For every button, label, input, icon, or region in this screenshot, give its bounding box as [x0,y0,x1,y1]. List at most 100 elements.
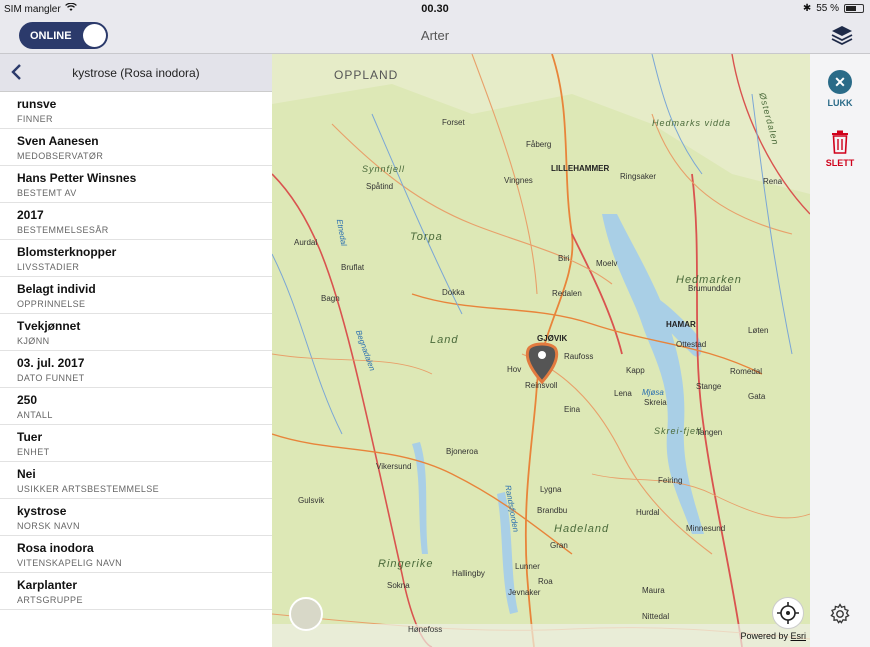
detail-row-label: ENHET [17,447,50,457]
map-label: OPPLAND [334,68,399,82]
detail-row: Tvekjønnet KJØNN [0,314,272,351]
map-label: Gran [550,541,568,550]
map-label: Kapp [626,366,645,375]
detail-row-label: BESTEMMELSESÅR [17,225,109,235]
detail-row: Nei USIKKER ARTSBESTEMMELSE [0,462,272,499]
detail-row-label: KJØNN [17,336,50,346]
detail-row-label: DATO FUNNET [17,373,85,383]
detail-row-value: Tvekjønnet [17,319,81,333]
map-label: Raufoss [564,352,594,361]
map-label: Aurdal [294,238,318,247]
map-label: Bruflat [341,263,365,272]
map-label: Skreia [644,398,667,407]
map-label: HAMAR [666,320,696,329]
map-label: Reinsvoll [525,381,558,390]
detail-row: Belagt individ OPPRINNELSE [0,277,272,314]
map-label: Redalen [552,289,582,298]
map-label: Vikersund [376,462,412,471]
esri-link[interactable]: Esri [791,631,807,641]
action-sidebar: ✕ LUKK SLETT [810,54,870,647]
map-label: Feiring [658,476,683,485]
trash-icon [832,130,848,154]
delete-button[interactable]: SLETT [810,130,870,168]
map-label: Gata [748,392,766,401]
map-label: Synnfjell [362,164,406,174]
map-label: Hallingby [452,569,485,578]
detail-header: kystrose (Rosa inodora) [0,54,272,92]
map-label: Nittedal [642,612,670,621]
map-label: Eina [564,405,581,414]
detail-row-value: runsve [17,97,57,111]
map-label: GJØVIK [537,334,568,343]
map-label: Ringerike [378,558,434,570]
locate-button[interactable] [772,597,804,629]
map-label: Minnesund [686,524,726,533]
map-label: Lunner [515,562,540,571]
bluetooth-icon: ✱ [802,3,812,14]
map-label: Biri [558,254,570,263]
detail-row-value: kystrose [17,504,67,518]
detail-row-label: USIKKER ARTSBESTEMMELSE [17,484,160,494]
detail-row-value: Sven Aanesen [17,134,99,148]
detail-row-label: ANTALL [17,410,53,420]
map-label: Bjoneroa [446,447,479,456]
map-label: Spåtind [366,182,394,191]
crosshair-icon [777,602,799,624]
detail-row-value: 250 [17,393,38,407]
detail-row: Sven Aanesen MEDOBSERVATØR [0,129,272,166]
detail-row: Blomsterknopper LIVSSTADIER [0,240,272,277]
detail-row-label: ARTSGRUPPE [17,595,83,605]
delete-label: SLETT [825,158,855,168]
settings-gear-icon[interactable] [829,603,851,625]
map-label: LILLEHAMMER [551,164,610,173]
map-label: Dokka [442,288,465,297]
map-label: Jevnaker [508,588,541,597]
detail-row-value: Hans Petter Winsnes [17,171,137,185]
detail-row-value: Belagt individ [17,282,96,296]
detail-list: runsve FINNER Sven Aanesen MEDOBSERVATØR Han… [0,92,272,610]
detail-row: runsve FINNER [0,92,272,129]
map-label: Mjøsa [642,388,664,397]
status-bar: SIM mangler 00.30 ✱ 55 % [0,0,870,18]
map-label: Land [430,334,459,346]
map-label: Fåberg [526,140,552,149]
detail-row-value: 2017 [17,208,44,222]
detail-row-value: Blomsterknopper [17,245,117,259]
map-label: Ottestad [676,340,707,349]
detail-row-value: 03. jul. 2017 [17,356,85,370]
species-title: kystrose (Rosa inodora) [72,66,200,80]
map-label: Forset [442,118,465,127]
map-label: Maura [642,586,665,595]
clock: 00.30 [421,3,449,15]
layers-icon[interactable] [830,24,854,48]
battery-icon [844,4,864,13]
map-label: Roa [538,577,553,586]
attribution-prefix: Powered by [740,631,791,641]
close-button[interactable]: ✕ LUKK [810,70,870,108]
map-view[interactable]: OPPLAND LILLEHAMMER GJØVIK HAMAR Land To… [272,54,810,647]
detail-row: kystrose NORSK NAVN [0,499,272,536]
detail-row-value: Karplanter [17,578,78,592]
detail-row-value: Tuer [17,430,43,444]
detail-row-label: MEDOBSERVATØR [17,151,104,161]
map-label: Stange [696,382,722,391]
map-label: Lygna [540,485,562,494]
map-label: Brandbu [537,506,568,515]
map-label: Lena [614,389,632,398]
map-label: Hadeland [554,523,610,535]
detail-row: Karplanter ARTSGRUPPE [0,573,272,610]
detail-row: Hans Petter Winsnes BESTEMT AV [0,166,272,203]
detail-row-label: OPPRINNELSE [17,299,86,309]
detail-row: Rosa inodora VITENSKAPELIG NAVN [0,536,272,573]
detail-row-label: FINNER [17,114,53,124]
map-label: Skrei-fjell [654,426,703,436]
map-label: Bagn [321,294,340,303]
detail-row-label: VITENSKAPELIG NAVN [17,558,123,568]
basemap-switch-button[interactable] [289,597,323,631]
close-label: LUKK [827,98,853,108]
map-label: Løten [748,326,769,335]
detail-row-label: BESTEMT AV [17,188,77,198]
map-label: Gulsvik [298,496,325,505]
detail-row-label: NORSK NAVN [17,521,80,531]
map-label: Torpa [410,231,443,243]
